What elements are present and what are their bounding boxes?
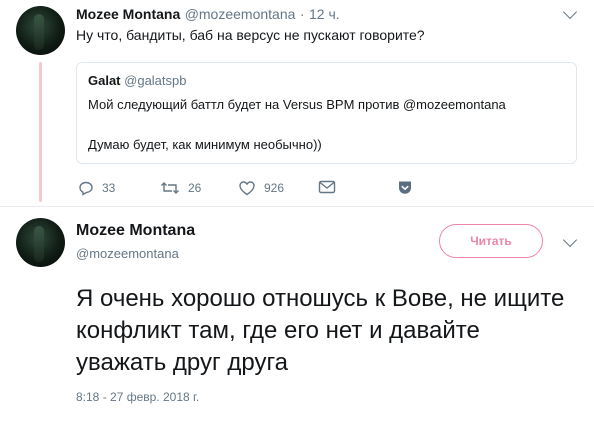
retweet-icon	[161, 182, 179, 194]
avatar[interactable]	[16, 6, 65, 55]
tweet-text: Я очень хорошо отношусь к Вове, не ищите…	[76, 285, 565, 376]
author-handle[interactable]: @mozeemontana	[185, 6, 296, 22]
quoted-tweet[interactable]: Galat @galatspb Мой следующий баттл буде…	[76, 62, 577, 164]
chevron-down-icon[interactable]	[562, 4, 578, 20]
quoted-header: Galat @galatspb	[88, 73, 187, 88]
quoted-text-line: Мой следующий баттл будет на Versus BPM …	[88, 97, 506, 112]
tweet-time[interactable]: 12 ч.	[309, 6, 340, 22]
chevron-down-icon[interactable]	[562, 232, 578, 248]
separator-dot: ·	[299, 6, 305, 22]
author-handle[interactable]: @mozeemontana	[76, 246, 179, 261]
bookmark-icon	[399, 181, 411, 194]
reply-count: 33	[102, 181, 116, 195]
reply-icon	[79, 181, 93, 196]
direct-message-button[interactable]	[318, 180, 336, 194]
tweet-text: Ну что, бандиты, баб на версус не пускаю…	[76, 27, 425, 43]
thread-connector	[39, 62, 42, 202]
follow-button[interactable]: Читать	[439, 224, 543, 258]
tweet-timestamp[interactable]: 8:18 - 27 февр. 2018 г.	[76, 390, 199, 404]
like-count: 926	[264, 181, 285, 195]
tweet-header: Mozee Montana @mozeemontana · 12 ч.	[76, 6, 340, 24]
quoted-text-line: Думаю будет, как минимум необычно))	[88, 137, 322, 152]
reply-button[interactable]: 33	[78, 180, 115, 196]
quoted-author-handle: @galatspb	[124, 73, 187, 88]
divider	[0, 206, 594, 207]
retweet-count: 26	[188, 181, 202, 195]
like-icon	[239, 181, 255, 196]
avatar[interactable]	[16, 218, 65, 267]
bookmark-button[interactable]	[397, 180, 413, 196]
author-name[interactable]: Mozee Montana	[76, 6, 180, 22]
author-name[interactable]: Mozee Montana	[76, 222, 195, 240]
like-button[interactable]: 926	[238, 180, 284, 196]
direct-message-icon	[318, 180, 336, 194]
retweet-button[interactable]: 26	[160, 180, 201, 196]
quoted-author-name: Galat	[88, 73, 121, 88]
